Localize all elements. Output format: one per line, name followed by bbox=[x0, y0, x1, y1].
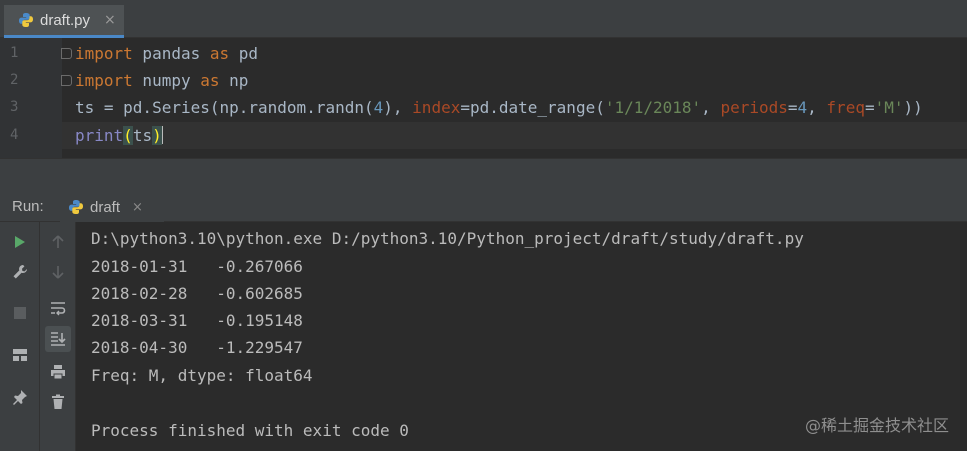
code-token: pd bbox=[229, 44, 259, 63]
code-token: ts bbox=[132, 126, 153, 145]
code-line-4: print(ts) bbox=[75, 122, 163, 149]
arrow-down-icon bbox=[52, 266, 64, 279]
soft-wrap-button[interactable] bbox=[45, 295, 71, 321]
scroll-to-end-button[interactable] bbox=[45, 326, 71, 352]
stop-button[interactable] bbox=[7, 300, 33, 326]
line-number: 4 bbox=[10, 127, 19, 143]
previous-occurrence-button[interactable] bbox=[45, 229, 71, 255]
arrow-up-icon bbox=[52, 235, 64, 248]
print-button[interactable] bbox=[45, 359, 71, 385]
code-token: , bbox=[807, 98, 827, 117]
editor-tab-draft-py[interactable]: draft.py × bbox=[4, 5, 124, 38]
code-token: import bbox=[75, 44, 133, 63]
edit-configuration-button[interactable] bbox=[7, 259, 33, 285]
printer-icon bbox=[51, 365, 65, 380]
code-token: =pd.date_range( bbox=[460, 98, 605, 117]
watermark: @稀土掘金技术社区 bbox=[804, 416, 949, 435]
rerun-button[interactable] bbox=[7, 229, 33, 255]
code-token: '1/1/2018' bbox=[604, 98, 702, 117]
line-number: 1 bbox=[10, 45, 19, 61]
code-token: import bbox=[75, 71, 133, 90]
code-token: index bbox=[412, 98, 461, 117]
code-token: periods bbox=[720, 98, 788, 117]
layout-icon bbox=[13, 349, 27, 361]
code-token: freq bbox=[826, 98, 865, 117]
trash-icon bbox=[52, 394, 64, 409]
close-icon[interactable]: × bbox=[104, 12, 116, 28]
code-token: as bbox=[209, 44, 230, 63]
code-token: pandas bbox=[132, 44, 210, 63]
code-token: numpy bbox=[132, 71, 201, 90]
code-token: 'M' bbox=[874, 98, 904, 117]
console-line: 2018-01-31 -0.267066 bbox=[91, 257, 303, 276]
code-token: 4 bbox=[797, 98, 808, 117]
pin-tab-button[interactable] bbox=[7, 384, 33, 410]
console-line: 2018-02-28 -0.602685 bbox=[91, 284, 303, 303]
editor-bottom-splitter[interactable] bbox=[0, 158, 967, 192]
fold-marker-icon[interactable] bbox=[61, 48, 72, 59]
editor-tab-bar: draft.py × bbox=[0, 0, 967, 38]
code-token: print bbox=[75, 126, 124, 145]
code-token: np bbox=[219, 71, 249, 90]
code-editor[interactable]: 1 2 3 4 import pandas as pd import numpy… bbox=[0, 38, 967, 158]
editor-tab-label: draft.py bbox=[40, 11, 91, 29]
play-icon bbox=[15, 236, 25, 248]
code-line-1: import pandas as pd bbox=[75, 40, 258, 67]
code-line-2: import numpy as np bbox=[75, 67, 248, 94]
run-toolbar-secondary bbox=[40, 222, 76, 451]
code-token: as bbox=[200, 71, 220, 90]
next-occurrence-button[interactable] bbox=[45, 259, 71, 285]
wrench-icon bbox=[13, 265, 27, 279]
run-tab-draft[interactable]: draft × bbox=[60, 192, 164, 222]
text-caret bbox=[161, 126, 163, 144]
code-line-3: ts = pd.Series(np.random.randn(4), index… bbox=[75, 94, 923, 121]
run-tab-label: draft bbox=[90, 198, 121, 216]
pin-icon bbox=[13, 390, 27, 405]
code-token: ), bbox=[383, 98, 413, 117]
stop-icon bbox=[14, 307, 26, 319]
layout-button[interactable] bbox=[7, 342, 33, 368]
code-token: = bbox=[787, 98, 798, 117]
current-line-highlight bbox=[62, 122, 967, 149]
code-token: ( bbox=[123, 126, 133, 145]
run-tool-window-header: Run: draft × bbox=[0, 192, 967, 222]
code-token: ts = pd.Series(np.random.randn( bbox=[75, 98, 374, 117]
code-token: )) bbox=[903, 98, 923, 117]
scroll-to-end-icon bbox=[51, 332, 66, 346]
close-icon[interactable]: × bbox=[132, 200, 143, 215]
python-run-config-icon bbox=[69, 200, 83, 214]
code-token: , bbox=[701, 98, 721, 117]
line-number: 3 bbox=[10, 99, 19, 115]
fold-marker-icon[interactable] bbox=[61, 75, 72, 86]
code-token: ) bbox=[152, 126, 162, 145]
console-line: Process finished with exit code 0 bbox=[91, 421, 409, 440]
soft-wrap-icon bbox=[51, 302, 66, 316]
console-line: 2018-03-31 -0.195148 bbox=[91, 311, 303, 330]
console-line: 2018-04-30 -1.229547 bbox=[91, 338, 303, 357]
code-token: = bbox=[864, 98, 875, 117]
run-toolbar-primary bbox=[0, 222, 40, 451]
clear-all-button[interactable] bbox=[45, 389, 71, 415]
line-number: 2 bbox=[10, 72, 19, 88]
code-token: 4 bbox=[373, 98, 384, 117]
python-file-icon bbox=[19, 13, 33, 27]
console-line: Freq: M, dtype: float64 bbox=[91, 366, 313, 385]
console-line: D:\python3.10\python.exe D:/python3.10/P… bbox=[91, 229, 804, 248]
run-label: Run: bbox=[12, 198, 44, 215]
